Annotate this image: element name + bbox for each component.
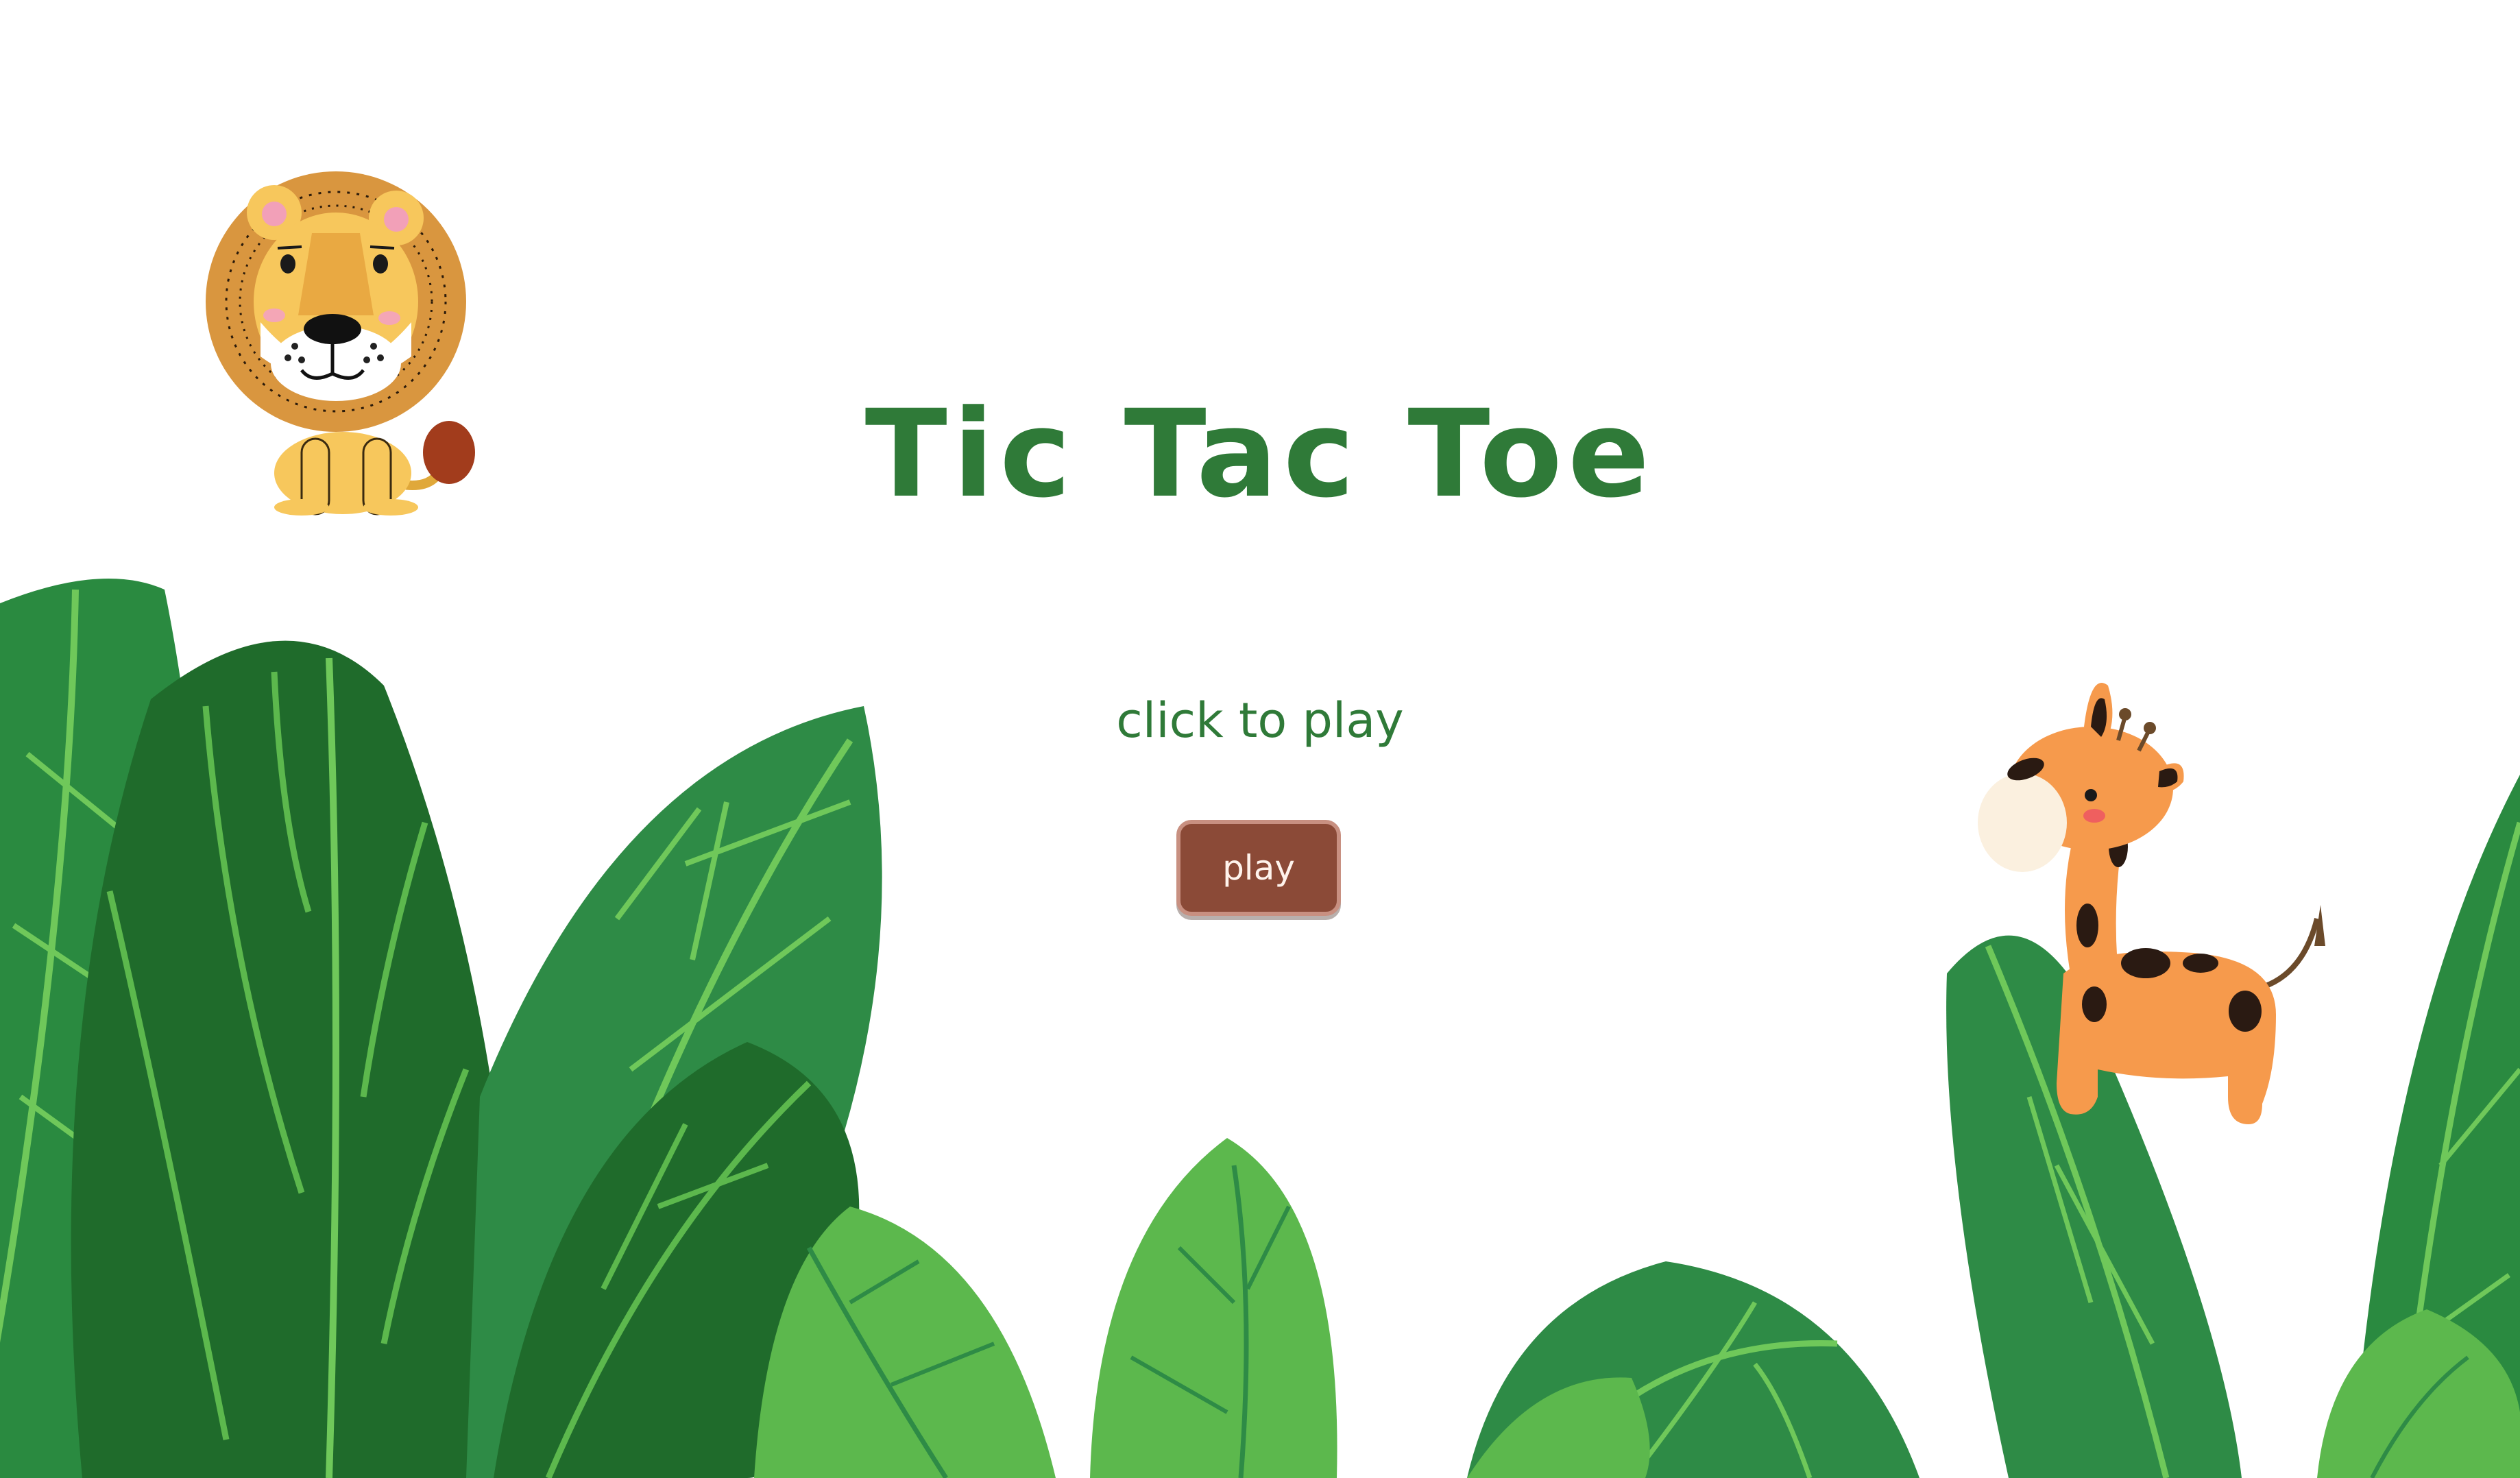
page-title: Tic Tac Toe [864, 384, 1656, 524]
subtitle: click to play [1116, 692, 1404, 749]
play-button[interactable]: play [1176, 820, 1341, 916]
start-screen: Tic Tac Toe click to play play [0, 0, 2520, 1478]
lion-icon [206, 171, 475, 516]
